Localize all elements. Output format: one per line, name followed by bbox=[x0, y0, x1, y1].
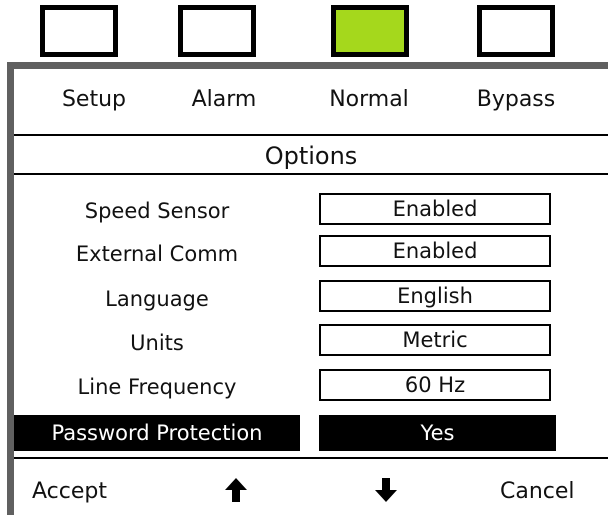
up-arrow-icon[interactable] bbox=[224, 477, 248, 503]
option-label-language: Language bbox=[105, 287, 209, 311]
option-value-line-frequency[interactable]: 60 Hz bbox=[319, 369, 551, 401]
divider bbox=[14, 134, 608, 136]
options-panel: Setup Alarm Normal Bypass Options Speed … bbox=[7, 62, 608, 515]
option-value-language[interactable]: English bbox=[319, 280, 551, 312]
option-label-speed-sensor: Speed Sensor bbox=[84, 199, 230, 223]
option-label-password-protection[interactable]: Password Protection bbox=[14, 415, 300, 451]
setup-indicator bbox=[40, 5, 118, 57]
bypass-indicator bbox=[477, 5, 555, 57]
down-arrow-icon[interactable] bbox=[374, 477, 398, 503]
option-label-text: Password Protection bbox=[51, 421, 263, 445]
option-value-speed-sensor[interactable]: Enabled bbox=[319, 193, 551, 225]
page-title: Options bbox=[264, 142, 358, 170]
tab-alarm[interactable]: Alarm bbox=[159, 87, 289, 112]
cancel-button[interactable]: Cancel bbox=[500, 479, 575, 504]
tab-setup[interactable]: Setup bbox=[29, 87, 159, 112]
accept-button[interactable]: Accept bbox=[32, 479, 107, 504]
option-label-external-comm: External Comm bbox=[75, 242, 239, 266]
normal-indicator bbox=[331, 5, 409, 57]
option-value-external-comm[interactable]: Enabled bbox=[319, 235, 551, 267]
option-label-line-frequency: Line Frequency bbox=[77, 375, 237, 399]
divider bbox=[14, 457, 608, 459]
tab-bypass[interactable]: Bypass bbox=[451, 87, 581, 112]
alarm-indicator bbox=[178, 5, 256, 57]
option-value-password-protection[interactable]: Yes bbox=[319, 415, 556, 451]
option-label-units: Units bbox=[130, 331, 184, 355]
footer-bar: Accept Cancel bbox=[14, 467, 608, 515]
divider bbox=[14, 173, 608, 175]
option-value-units[interactable]: Metric bbox=[319, 324, 551, 356]
status-tabs: Setup Alarm Normal Bypass bbox=[14, 69, 608, 134]
tab-normal[interactable]: Normal bbox=[304, 87, 434, 112]
